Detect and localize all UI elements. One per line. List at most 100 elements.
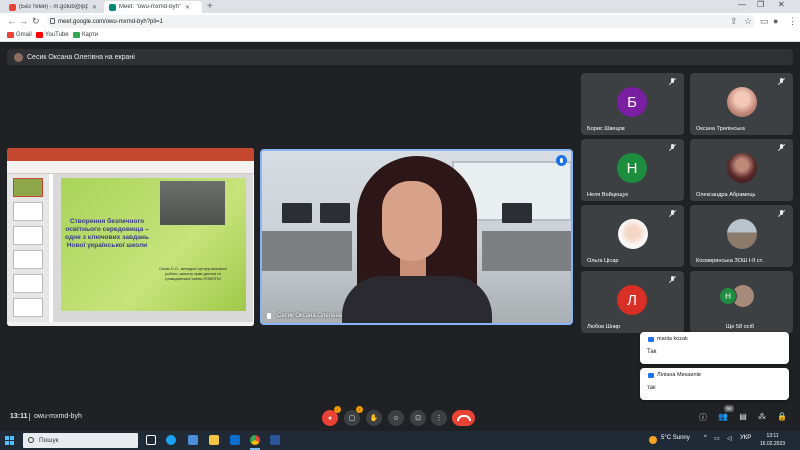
bookmark-star-icon[interactable]: ☆ bbox=[744, 16, 752, 27]
more-participants-tile[interactable]: Н Ще 58 осіб bbox=[690, 271, 793, 333]
youtube-icon bbox=[36, 32, 43, 38]
screen-share-tile[interactable]: Створення безпечного освітнього середови… bbox=[7, 148, 254, 326]
participant-tile[interactable]: Ольга Цісар bbox=[581, 205, 684, 267]
emoji-button[interactable]: ☺ bbox=[388, 410, 404, 426]
chat-sender: Лілiана Михаилів bbox=[648, 372, 701, 378]
gmail-icon bbox=[7, 32, 14, 38]
video-monitor bbox=[282, 203, 312, 223]
sidebar-icon[interactable]: ▭ bbox=[760, 16, 769, 27]
search-icon bbox=[28, 437, 34, 443]
taskbar-search-input[interactable]: Пошук bbox=[23, 433, 138, 448]
slide-thumbnails bbox=[7, 174, 49, 322]
participant-tile[interactable]: Олександра Абрамець bbox=[690, 139, 793, 201]
present-button[interactable]: ⊡ bbox=[410, 410, 426, 426]
participant-name: Оксана Трилінська bbox=[696, 126, 745, 132]
leave-call-button[interactable] bbox=[452, 410, 475, 426]
menu-icon[interactable]: ⋮ bbox=[788, 16, 797, 27]
mic-toggle-button[interactable]: ● ! bbox=[322, 406, 341, 426]
participant-name: Космиринська ЗОШ І-ІІ ст. bbox=[696, 258, 764, 264]
info-icon[interactable]: ⓘ bbox=[697, 412, 709, 423]
reload-icon[interactable]: ↻ bbox=[32, 16, 40, 27]
bookmark-gmail[interactable]: Gmail bbox=[7, 32, 32, 38]
speaker-video bbox=[342, 276, 492, 323]
tray-chevron-icon[interactable]: ^ bbox=[704, 435, 707, 441]
powerpoint-ribbon bbox=[7, 161, 254, 174]
avatar bbox=[727, 87, 757, 117]
more-participants-label: Ще 58 осіб bbox=[726, 324, 755, 330]
bookmark-youtube[interactable]: YouTube bbox=[36, 32, 69, 38]
mic-off-icon bbox=[669, 276, 676, 283]
activities-icon[interactable]: ⁂ bbox=[756, 412, 768, 421]
file-explorer-icon[interactable] bbox=[209, 435, 219, 445]
chrome-icon[interactable] bbox=[250, 435, 260, 445]
language-indicator[interactable]: УКР bbox=[740, 435, 751, 441]
more-options-button[interactable]: ⋮ bbox=[431, 410, 447, 426]
participant-tile[interactable]: Б Борис Швецов bbox=[581, 73, 684, 135]
speaker-video bbox=[382, 181, 442, 261]
participant-tile[interactable]: Космиринська ЗОШ І-ІІ ст. bbox=[690, 205, 793, 267]
camera-toggle-button[interactable]: ▢ ! bbox=[344, 406, 363, 426]
presenting-text: Сесик Оксана Олегівна на екрані bbox=[27, 53, 135, 61]
presenting-banner: Сесик Оксана Олегівна на екрані bbox=[7, 49, 793, 65]
participant-tile[interactable]: Л Любов Шнир bbox=[581, 271, 684, 333]
participant-tile[interactable]: Оксана Трилінська bbox=[690, 73, 793, 135]
clock-date: 16.02.2023 bbox=[760, 440, 786, 447]
mic-off-icon bbox=[669, 210, 676, 217]
chat-sender-name: mariia kozak bbox=[657, 336, 688, 342]
word-icon[interactable] bbox=[270, 435, 280, 445]
new-tab-icon[interactable]: + bbox=[207, 1, 213, 12]
url-input[interactable]: meet.google.com/owu-mxmd-byh?pli=1 bbox=[47, 15, 755, 28]
store-icon[interactable] bbox=[188, 435, 198, 445]
profile-icon[interactable]: ● bbox=[773, 16, 778, 26]
warning-badge: ! bbox=[356, 406, 363, 413]
video-desk bbox=[262, 231, 352, 271]
participant-count-badge: 68 bbox=[724, 405, 734, 412]
url-text: meet.google.com/owu-mxmd-byh?pli=1 bbox=[58, 18, 163, 25]
task-view-icon[interactable] bbox=[146, 435, 156, 445]
slide-title: Створення безпечного освітнього середови… bbox=[65, 218, 149, 249]
raise-hand-button[interactable]: ✋ bbox=[366, 410, 382, 426]
current-slide: Створення безпечного освітнього середови… bbox=[61, 178, 246, 311]
active-speaker-tile[interactable]: Сесик Оксана Олегівна bbox=[260, 149, 573, 325]
pin-icon[interactable] bbox=[267, 313, 271, 319]
chat-icon bbox=[648, 336, 654, 342]
tab-meet[interactable]: Meet: "owu-mxmd-byh" ✕ bbox=[104, 1, 202, 13]
emoji-icon: ☺ bbox=[392, 414, 400, 422]
bookmark-maps[interactable]: Карти bbox=[73, 32, 98, 38]
meeting-code: owu-mxmd-byh bbox=[34, 413, 82, 420]
weather-text[interactable]: 5°C Sunny bbox=[661, 435, 690, 441]
edge-icon[interactable] bbox=[166, 435, 176, 445]
chat-message: Так bbox=[647, 349, 657, 355]
participant-tile[interactable]: Н Неля Войцещук bbox=[581, 139, 684, 201]
close-tab-icon[interactable]: ✕ bbox=[185, 4, 190, 11]
forward-icon[interactable]: → bbox=[19, 16, 28, 26]
close-window-icon[interactable]: ✕ bbox=[778, 0, 785, 9]
network-icon[interactable]: ▭ bbox=[714, 435, 720, 442]
share-icon[interactable]: ⇪ bbox=[730, 16, 738, 27]
meet-icon bbox=[109, 3, 116, 11]
chat-icon[interactable]: ▤ bbox=[737, 412, 749, 421]
volume-icon[interactable]: ◁ bbox=[727, 435, 732, 442]
mic-off-icon bbox=[778, 78, 785, 85]
taskbar-clock[interactable]: 13:11 16.02.2023 bbox=[760, 433, 785, 448]
tab-label: Meet: "owu-mxmd-byh" bbox=[119, 4, 181, 10]
chat-notification[interactable]: mariia kozak Так bbox=[640, 332, 789, 364]
participant-name: Ольга Цісар bbox=[587, 258, 619, 264]
back-icon[interactable]: ← bbox=[7, 16, 16, 26]
minimize-icon[interactable]: — bbox=[738, 0, 746, 9]
maximize-icon[interactable]: ❐ bbox=[757, 0, 764, 9]
avatar bbox=[727, 153, 757, 183]
close-tab-icon[interactable]: ✕ bbox=[92, 4, 97, 11]
weather-sun-icon[interactable] bbox=[649, 436, 657, 444]
chat-notification[interactable]: Лілiана Михаилів так bbox=[640, 368, 789, 400]
avatar bbox=[14, 52, 23, 62]
mail-icon[interactable] bbox=[230, 435, 240, 445]
mic-off-icon bbox=[778, 210, 785, 217]
meet-controls-bar: 13:11 owu-mxmd-byh ● ! ▢ ! ✋ ☺ ⊡ ⋮ ⓘ 👥 6… bbox=[0, 405, 800, 431]
slide-thumbnail bbox=[13, 274, 43, 293]
slide-thumbnail bbox=[13, 298, 43, 317]
windows-start-icon[interactable] bbox=[5, 436, 14, 445]
tab-gmail[interactable]: (Без теми) - m.golub@ippo.edu... ✕ bbox=[4, 1, 102, 13]
host-controls-icon[interactable]: 🔒 bbox=[776, 412, 788, 421]
people-icon[interactable]: 👥 bbox=[717, 412, 729, 421]
